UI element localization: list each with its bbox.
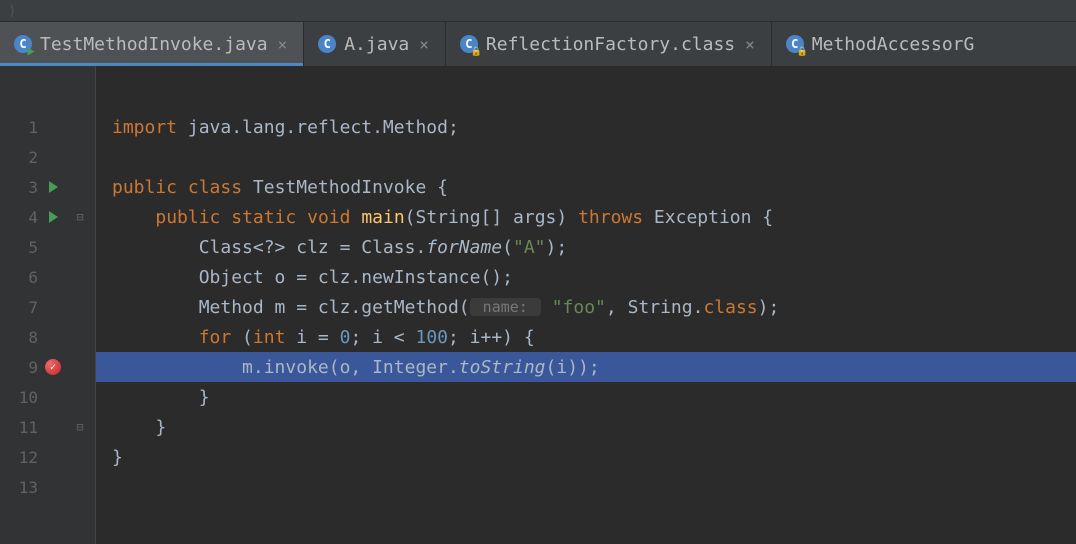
class-lock-icon: C xyxy=(786,35,804,53)
breadcrumb-chevron-icon: ⟩ xyxy=(8,3,16,19)
line-number: 8 xyxy=(0,328,38,347)
tab-label: ReflectionFactory.class xyxy=(486,34,735,55)
class-icon: C xyxy=(318,35,336,53)
inlay-hint: name: xyxy=(470,298,541,316)
code-line: import java.lang.reflect.Method; xyxy=(96,112,1076,142)
code-line: public static void main(String[] args) t… xyxy=(96,202,1076,232)
line-number: 12 xyxy=(0,448,38,467)
code-line: Class<?> clz = Class.forName("A"); xyxy=(96,232,1076,262)
line-number: 13 xyxy=(0,478,38,497)
tab-testmethodinvoke[interactable]: C TestMethodInvoke.java × xyxy=(0,22,304,66)
line-number: 1 xyxy=(0,118,38,137)
code-line-breakpoint: m.invoke(o, Integer.toString(i)); xyxy=(96,352,1076,382)
code-line: public class TestMethodInvoke { xyxy=(96,172,1076,202)
code-line xyxy=(96,142,1076,172)
code-line: } xyxy=(96,442,1076,472)
code-line: } xyxy=(96,412,1076,442)
code-line: Object o = clz.newInstance(); xyxy=(96,262,1076,292)
line-number: 9 xyxy=(0,358,38,377)
run-gutter-icon[interactable] xyxy=(49,211,58,223)
fold-toggle-icon[interactable]: ⊟ xyxy=(76,420,83,434)
line-number: 3 xyxy=(0,178,38,197)
tab-label: A.java xyxy=(344,34,409,55)
close-icon[interactable]: × xyxy=(276,35,290,54)
line-number: 11 xyxy=(0,418,38,437)
tab-reflectionfactory[interactable]: C ReflectionFactory.class × xyxy=(446,22,772,66)
code-line: for (int i = 0; i < 100; i++) { xyxy=(96,322,1076,352)
line-number: 6 xyxy=(0,268,38,287)
code-line: } xyxy=(96,382,1076,412)
code-editor[interactable]: 1 2 3 4 ⊟ 5 6 7 8 9 10 11 ⊟ 12 13 import j… xyxy=(0,66,1076,544)
code-line xyxy=(96,472,1076,502)
tab-a-java[interactable]: C A.java × xyxy=(304,22,446,66)
line-number: 10 xyxy=(0,388,38,407)
line-number: 5 xyxy=(0,238,38,257)
line-number: 4 xyxy=(0,208,38,227)
tab-methodaccessor[interactable]: C MethodAccessorG xyxy=(772,22,989,66)
breakpoint-icon[interactable] xyxy=(45,359,61,375)
run-gutter-icon[interactable] xyxy=(49,181,58,193)
code-area[interactable]: import java.lang.reflect.Method; public … xyxy=(96,66,1076,544)
tab-bar: C TestMethodInvoke.java × C A.java × C R… xyxy=(0,22,1076,66)
breadcrumb-bar: ⟩ xyxy=(0,0,1076,22)
class-lock-icon: C xyxy=(460,35,478,53)
tab-label: MethodAccessorG xyxy=(812,34,975,55)
close-icon[interactable]: × xyxy=(417,35,431,54)
tab-label: TestMethodInvoke.java xyxy=(40,34,268,55)
class-run-icon: C xyxy=(14,35,32,53)
fold-toggle-icon[interactable]: ⊟ xyxy=(76,210,83,224)
line-number: 2 xyxy=(0,148,38,167)
gutter[interactable]: 1 2 3 4 ⊟ 5 6 7 8 9 10 11 ⊟ 12 13 xyxy=(0,66,96,544)
line-number: 7 xyxy=(0,298,38,317)
code-line: Method m = clz.getMethod( name: "foo", S… xyxy=(96,292,1076,322)
close-icon[interactable]: × xyxy=(743,35,757,54)
